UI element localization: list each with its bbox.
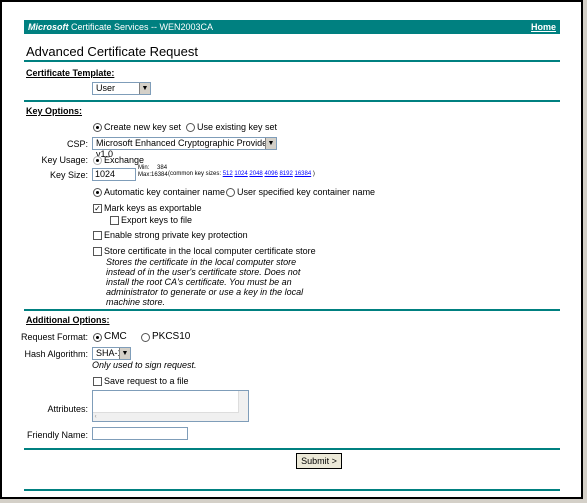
header-brand: Microsoft Certificate Services -- WEN200… xyxy=(28,20,213,34)
textarea-hscrollbar[interactable]: ‹ xyxy=(93,412,239,421)
friendly-name-label: Friendly Name: xyxy=(26,430,88,440)
key-size-minmax: Min: 384 Max:16384 xyxy=(138,165,168,179)
store-local-checkbox[interactable] xyxy=(93,247,102,256)
hash-algorithm-label: Hash Algorithm: xyxy=(24,349,88,359)
key-usage-exchange-label: Exchange xyxy=(104,155,145,165)
export-file-label: Export keys to file xyxy=(121,215,193,225)
common-sizes-suffix: ) xyxy=(312,171,315,177)
section-certificate-template: Certificate Template: xyxy=(26,68,115,78)
request-format-label: Request Format: xyxy=(20,332,88,342)
min-label: Min: xyxy=(138,165,150,171)
footer-divider xyxy=(24,489,560,491)
key-size-link-16384[interactable]: 16384 xyxy=(295,171,312,177)
save-file-label: Save request to a file xyxy=(104,376,189,386)
strong-protection-checkbox[interactable] xyxy=(93,231,102,240)
create-new-key-label: Create new key set xyxy=(104,122,182,132)
csp-label: CSP: xyxy=(66,139,88,149)
csp-select[interactable]: Microsoft Enhanced Cryptographic Provide… xyxy=(92,137,277,159)
key-usage-label: Key Usage: xyxy=(41,155,88,165)
page: Microsoft Certificate Services -- WEN200… xyxy=(0,0,583,499)
common-sizes-prefix: (common key sizes: xyxy=(168,171,222,177)
brand-service: Certificate Services -- WEN2003CA xyxy=(68,22,214,32)
key-size-link-1024[interactable]: 1024 xyxy=(234,171,247,177)
chevron-down-icon: ▼ xyxy=(119,348,130,359)
min-value: 384 xyxy=(157,165,168,171)
use-existing-key-radio[interactable] xyxy=(186,123,195,132)
store-desc-line: machine store. xyxy=(106,297,166,307)
chevron-down-icon: ▼ xyxy=(265,138,276,149)
auto-container-label: Automatic key container name xyxy=(104,187,226,197)
save-file-checkbox[interactable] xyxy=(93,377,102,386)
format-cmc-label: CMC xyxy=(104,331,127,342)
template-select[interactable]: User ▼ xyxy=(92,82,151,95)
store-desc-line: administrator to generate or use a key i… xyxy=(106,287,304,297)
divider xyxy=(24,448,560,450)
auto-container-radio[interactable] xyxy=(93,188,102,197)
store-desc-line: install the root CA's certificate. You m… xyxy=(106,277,292,287)
create-new-key-radio[interactable] xyxy=(93,123,102,132)
brand-microsoft: Microsoft xyxy=(28,22,69,32)
user-container-radio[interactable] xyxy=(226,188,235,197)
key-size-link-4096[interactable]: 4096 xyxy=(264,171,277,177)
chevron-down-icon: ▼ xyxy=(139,83,150,94)
key-size-link-2048[interactable]: 2048 xyxy=(249,171,262,177)
attributes-textarea[interactable]: ‹ xyxy=(92,390,249,422)
home-link[interactable]: Home xyxy=(531,20,556,34)
friendly-name-input[interactable] xyxy=(92,427,188,440)
exportable-label: Mark keys as exportable xyxy=(104,203,202,213)
textarea-scrollbar[interactable] xyxy=(238,391,248,421)
format-cmc-radio[interactable] xyxy=(93,333,102,342)
divider xyxy=(24,309,560,311)
section-additional-options: Additional Options: xyxy=(26,315,110,325)
attributes-label: Attributes: xyxy=(47,404,88,414)
max-value: 16384 xyxy=(151,172,168,178)
template-select-value: User xyxy=(96,83,116,93)
hash-algorithm-select[interactable]: SHA-1 ▼ xyxy=(92,347,131,360)
store-local-description: Stores the certificate in the local comp… xyxy=(106,257,303,307)
divider xyxy=(24,100,560,102)
strong-protection-label: Enable strong private key protection xyxy=(104,230,248,240)
export-file-checkbox[interactable] xyxy=(110,216,119,225)
max-label: Max: xyxy=(138,172,152,178)
store-desc-line: Stores the certificate in the local comp… xyxy=(106,257,297,267)
format-pkcs10-radio[interactable] xyxy=(141,333,150,342)
key-size-link-8192[interactable]: 8192 xyxy=(279,171,292,177)
key-usage-exchange-radio[interactable] xyxy=(93,156,102,165)
section-key-options: Key Options: xyxy=(26,106,83,116)
hash-note: Only used to sign request. xyxy=(92,360,197,370)
user-container-label: User specified key container name xyxy=(237,187,376,197)
exportable-checkbox[interactable]: ✓ xyxy=(93,204,102,213)
key-size-label: Key Size: xyxy=(49,170,88,180)
common-key-sizes: (common key sizes: 512 1024 2048 4096 81… xyxy=(168,171,315,177)
divider xyxy=(24,60,560,62)
store-local-label: Store certificate in the local computer … xyxy=(104,246,316,256)
key-size-input[interactable]: 1024 xyxy=(92,168,136,181)
submit-button[interactable]: Submit > xyxy=(296,453,342,469)
store-desc-line: instead of in the user's certificate sto… xyxy=(106,267,301,277)
key-size-link-512[interactable]: 512 xyxy=(223,171,233,177)
header-bar: Microsoft Certificate Services -- WEN200… xyxy=(24,20,560,34)
use-existing-key-label: Use existing key set xyxy=(197,122,278,132)
format-pkcs10-label: PKCS10 xyxy=(152,331,191,342)
page-title: Advanced Certificate Request xyxy=(26,44,198,59)
